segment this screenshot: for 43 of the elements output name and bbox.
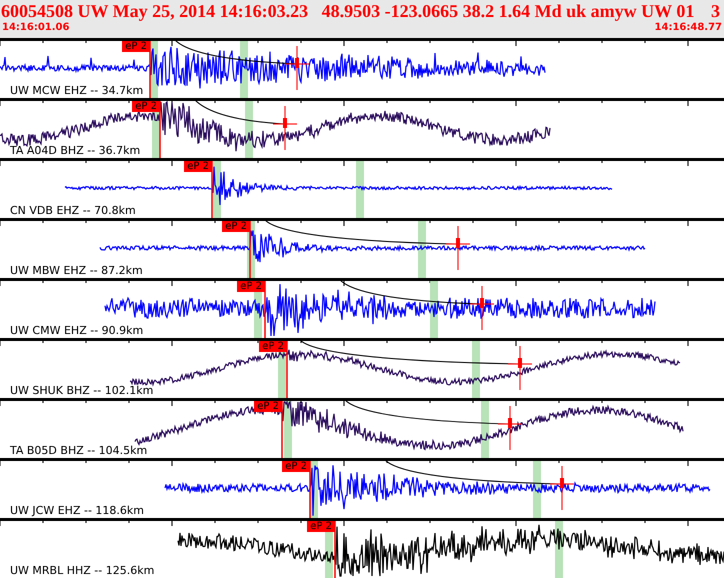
station-label: TA A04D BHZ -- 36.7km	[10, 144, 140, 157]
end-time: 14:16:48.77	[654, 22, 722, 33]
pick-line	[334, 521, 336, 578]
pick-label[interactable]: eP 2	[254, 401, 282, 412]
station-label: UW SHUK BHZ -- 102.1km	[10, 384, 154, 397]
pick-line	[149, 41, 151, 98]
station-label: CN VDB EHZ -- 70.8km	[10, 204, 136, 217]
station-label: TA B05D BHZ -- 104.5km	[10, 444, 148, 457]
pick-line	[211, 161, 213, 218]
window-band	[533, 461, 541, 518]
event-number: 3	[711, 0, 721, 22]
start-time: 14:16:01.06	[2, 22, 70, 33]
pick-line	[264, 281, 266, 338]
window-band	[418, 221, 426, 278]
amplitude-marker	[272, 106, 298, 150]
pick-label[interactable]: eP 2	[259, 341, 287, 352]
amplitude-marker	[508, 346, 532, 390]
station-label: UW MRBL HHZ -- 125.6km	[10, 564, 154, 577]
amplitude-marker	[284, 46, 310, 90]
station-label: UW CMW EHZ -- 90.9km	[10, 324, 144, 337]
event-title: 60054508 UW May 25, 2014 14:16:03.23 48.9503 -123.0665 38.2 1.64 Md uk amyw UW 01	[0, 0, 694, 22]
pick-label[interactable]: eP 2	[222, 221, 250, 232]
station-label: UW JCW EHZ -- 118.6km	[10, 504, 144, 517]
pick-label[interactable]: eP 2	[282, 461, 310, 472]
amplitude-marker	[550, 466, 574, 510]
pick-line	[249, 221, 251, 278]
window-band	[356, 161, 364, 218]
window-band	[472, 341, 480, 398]
amplitude-marker	[498, 406, 522, 450]
window-band	[481, 401, 489, 458]
station-label: UW MBW EHZ -- 87.2km	[10, 264, 143, 277]
pick-label[interactable]: eP 2	[184, 161, 212, 172]
pick-label[interactable]: eP 2	[132, 101, 160, 112]
amplitude-marker	[470, 286, 494, 330]
pick-line	[286, 341, 288, 398]
pick-line	[281, 401, 283, 458]
pick-line	[159, 101, 161, 158]
pick-line	[309, 461, 311, 518]
pick-label[interactable]: eP 2	[237, 281, 265, 292]
pick-label[interactable]: eP 2	[122, 41, 150, 52]
pick-label[interactable]: eP 2	[307, 521, 335, 532]
station-label: UW MCW EHZ -- 34.7km	[10, 84, 144, 97]
amplitude-marker	[446, 226, 470, 270]
